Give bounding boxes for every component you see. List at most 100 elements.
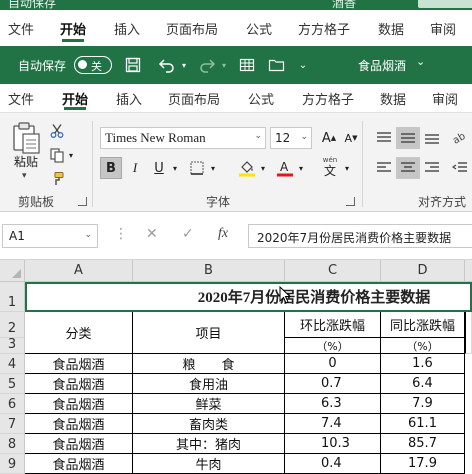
table-cell[interactable]: 食品烟酒 [25, 434, 133, 454]
formula-bar-grip-icon[interactable]: ⋮ [114, 226, 128, 242]
table-cell[interactable]: 食品烟酒 [25, 394, 133, 414]
undo-dropdown-icon[interactable]: ▾ [178, 55, 190, 75]
table-cell[interactable]: 食用油 [133, 374, 285, 394]
borders-icon[interactable] [186, 157, 208, 179]
table-cell[interactable]: 牛肉 [133, 454, 285, 474]
increase-font-size-icon[interactable]: A ▲ [318, 127, 340, 149]
row-header-3[interactable]: 3 [0, 337, 25, 354]
undo-icon[interactable] [156, 55, 178, 75]
format-painter-icon[interactable] [46, 169, 68, 189]
header-yoy-cell[interactable]: 同比涨跌幅 [381, 312, 465, 338]
table-cell[interactable]: 食品烟酒 [25, 374, 133, 394]
paste-dropdown-icon[interactable]: ▾ [22, 171, 27, 181]
select-all-button[interactable] [0, 260, 25, 282]
name-box[interactable]: A1 ⌄ [2, 224, 98, 248]
font-launcher-icon[interactable] [346, 197, 355, 206]
folder-icon[interactable] [266, 55, 288, 75]
table-cell[interactable]: 鲜菜 [133, 394, 285, 414]
align-middle-icon[interactable] [396, 127, 420, 149]
tab-formulas[interactable]: 公式 [248, 84, 274, 112]
redo-icon[interactable] [196, 55, 218, 75]
table-cell[interactable]: 畜肉类 [133, 414, 285, 434]
tab-file[interactable]: 文件 [8, 84, 34, 112]
tab-review[interactable]: 审阅 [432, 84, 458, 112]
fill-color-dropdown-icon[interactable]: ▾ [258, 157, 268, 179]
row-header-9[interactable]: 9 [0, 454, 25, 474]
align-bottom-icon[interactable] [420, 127, 444, 149]
table-cell[interactable]: 6.4 [381, 374, 465, 394]
table-cell[interactable]: 食品烟酒 [25, 414, 133, 434]
tab-home[interactable]: 开始 [62, 84, 88, 112]
table-cell[interactable]: 食品烟酒 [25, 454, 133, 474]
fill-color-icon[interactable] [236, 157, 258, 179]
underline-dropdown-icon[interactable]: ▾ [170, 157, 180, 179]
table-cell[interactable]: 1.6 [381, 354, 465, 374]
row-header-2[interactable]: 2 [0, 312, 25, 338]
copy-icon[interactable] [46, 145, 68, 165]
borders-dropdown-icon[interactable]: ▾ [208, 157, 218, 179]
column-header-e[interactable] [465, 260, 472, 282]
row-header-8[interactable]: 8 [0, 434, 25, 454]
header-mom-cell[interactable]: 环比涨跌幅 [285, 312, 381, 338]
decrease-font-size-icon[interactable]: A ▼ [340, 127, 362, 149]
table-cell[interactable]: 其中：猪肉 [133, 434, 285, 454]
underline-button[interactable]: U [148, 157, 170, 179]
table-cell[interactable]: 0 [285, 354, 381, 374]
insert-function-icon[interactable]: fx [218, 226, 228, 242]
table-cell[interactable]: 85.7 [381, 434, 465, 454]
align-left-icon[interactable] [372, 157, 396, 179]
column-header-a[interactable]: A [25, 260, 133, 282]
font-color-icon[interactable]: A [274, 157, 296, 179]
table-cell[interactable]: 食品烟酒 [25, 354, 133, 374]
clipboard-launcher-icon[interactable] [78, 197, 87, 206]
phonetic-guide-icon[interactable]: wén 文 [316, 153, 344, 181]
tab-data[interactable]: 数据 [380, 84, 406, 112]
redo-dropdown-icon[interactable]: ▾ [218, 55, 230, 75]
row-header-6[interactable]: 6 [0, 394, 25, 414]
formula-input[interactable]: 2020年7月份居民消费价格主要数据 [248, 224, 472, 248]
orientation-icon[interactable]: ab [448, 127, 472, 149]
spreadsheet-icon[interactable] [236, 55, 258, 75]
cut-icon[interactable] [46, 121, 68, 141]
table-cell[interactable]: 粮 食 [133, 354, 285, 374]
bold-button[interactable]: B [100, 157, 122, 179]
tab-page-layout[interactable]: 页面布局 [168, 84, 220, 112]
column-header-d[interactable]: D [381, 260, 465, 282]
row-header-5[interactable]: 5 [0, 374, 25, 394]
table-cell[interactable]: 10.3 [285, 434, 381, 454]
header-item-cell[interactable]: 项目 [133, 312, 285, 354]
unit-yoy-cell[interactable]: （%） [381, 338, 465, 354]
font-color-dropdown-icon[interactable]: ▾ [296, 157, 306, 179]
header-category-cell[interactable]: 分类 [25, 312, 133, 354]
table-cell[interactable]: 17.9 [381, 454, 465, 474]
row-header-4[interactable]: 4 [0, 354, 25, 374]
save-icon[interactable] [122, 55, 144, 75]
align-center-icon[interactable] [396, 157, 420, 179]
sheet-title-cell[interactable]: 2020年7月份居民消费价格主要数据 [26, 282, 472, 311]
align-right-icon[interactable] [420, 157, 444, 179]
align-top-icon[interactable] [372, 127, 396, 149]
table-cell[interactable]: 0.4 [285, 454, 381, 474]
column-header-b[interactable]: B [133, 260, 285, 282]
cell-e2[interactable] [465, 312, 472, 354]
table-cell[interactable]: 7.4 [285, 414, 381, 434]
copy-dropdown-icon[interactable]: ▾ [66, 145, 76, 165]
font-name-select[interactable]: Times New Roman ⌄ [100, 127, 266, 149]
table-cell[interactable]: 6.3 [285, 394, 381, 414]
customize-toolbar-icon[interactable]: ⌄ [296, 55, 310, 75]
font-size-select[interactable]: 12 ⌄ [270, 127, 312, 149]
title-dropdown-icon[interactable]: ⌄ [416, 55, 425, 68]
row-header-7[interactable]: 7 [0, 414, 25, 434]
italic-button[interactable]: I [124, 157, 146, 179]
row-header-1[interactable]: 1 [0, 282, 25, 312]
table-cell[interactable]: 61.1 [381, 414, 465, 434]
cancel-entry-icon[interactable]: ✕ [146, 226, 158, 242]
tab-insert[interactable]: 插入 [116, 84, 142, 112]
decrease-indent-icon[interactable] [448, 157, 472, 179]
tab-fangfang[interactable]: 方方格子 [302, 84, 354, 112]
column-header-c[interactable]: C [285, 260, 381, 282]
table-cell[interactable]: 7.9 [381, 394, 465, 414]
table-cell[interactable]: 0.7 [285, 374, 381, 394]
confirm-entry-icon[interactable]: ✓ [182, 226, 194, 242]
autosave-toggle[interactable]: 关 [74, 56, 112, 74]
